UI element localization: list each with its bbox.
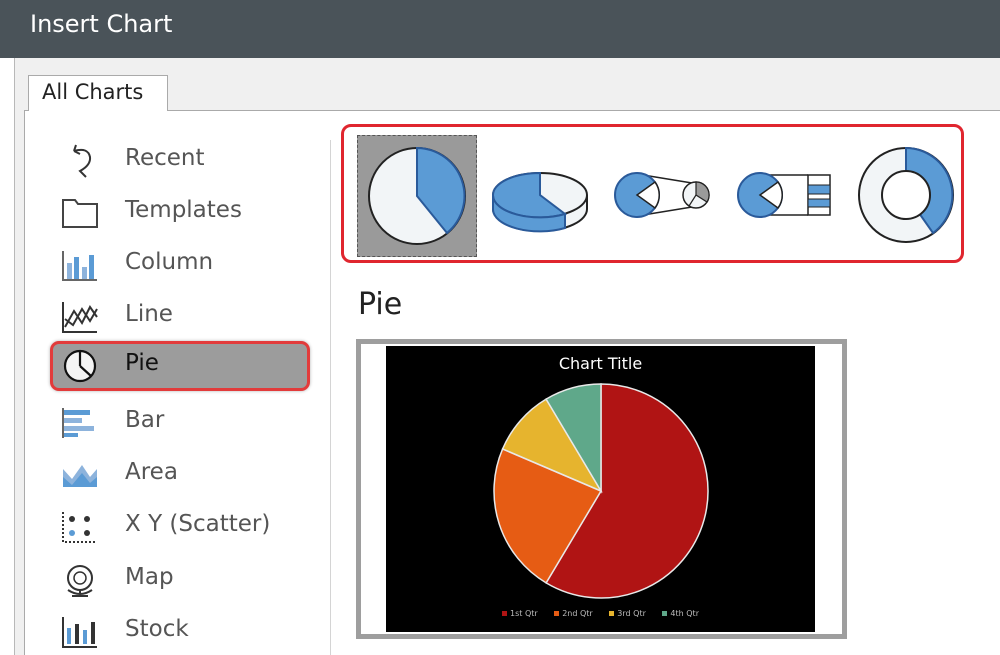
bar-chart-icon: [62, 408, 94, 438]
subtype-bar-of-pie[interactable]: [730, 135, 840, 257]
category-divider: [330, 140, 331, 655]
category-area[interactable]: Area: [50, 450, 310, 500]
category-stock[interactable]: Stock: [50, 607, 310, 655]
category-column[interactable]: Column: [50, 240, 310, 290]
category-label: Line: [125, 301, 173, 327]
subtype-pie[interactable]: [357, 135, 477, 257]
bar-of-pie-icon: [737, 172, 831, 218]
category-label: Column: [125, 249, 214, 275]
subtype-pie-of-pie[interactable]: [607, 135, 717, 257]
pie-of-pie-icon: [614, 172, 710, 218]
category-pie[interactable]: Pie: [50, 341, 310, 391]
category-recent[interactable]: Recent: [50, 136, 310, 186]
title-bar: Insert Chart: [0, 0, 1000, 58]
category-label: Templates: [125, 197, 242, 223]
subtype-doughnut[interactable]: [853, 135, 961, 257]
area-chart-icon: [63, 465, 97, 487]
category-label: X Y (Scatter): [125, 511, 271, 537]
category-label: Map: [125, 564, 174, 590]
category-scatter[interactable]: X Y (Scatter): [50, 502, 310, 552]
category-map[interactable]: Map: [50, 555, 310, 605]
category-label: Area: [125, 459, 178, 485]
legend-item: 3rd Qtr: [609, 609, 646, 618]
recent-icon: [73, 144, 92, 178]
pie-icon: [368, 146, 466, 245]
category-label: Bar: [125, 407, 165, 433]
chart-legend: 1st Qtr 2nd Qtr 3rd Qtr 4th Qtr: [386, 609, 815, 618]
preview-heading: Pie: [358, 287, 403, 322]
pie-chart-icon: [63, 349, 97, 383]
legend-item: 1st Qtr: [502, 609, 538, 618]
pie-3d-icon: [491, 171, 588, 233]
category-bar[interactable]: Bar: [50, 398, 310, 448]
category-label: Pie: [125, 350, 159, 376]
folder-icon: [62, 199, 98, 228]
subtype-pie-3d[interactable]: [485, 135, 595, 257]
category-line[interactable]: Line: [50, 292, 310, 342]
category-label: Stock: [125, 616, 189, 642]
stock-chart-icon: [62, 617, 97, 648]
scatter-chart-icon: [62, 512, 97, 543]
pie-chart: [493, 383, 709, 599]
doughnut-icon: [858, 146, 954, 243]
legend-item: 2nd Qtr: [554, 609, 593, 618]
column-chart-icon: [62, 251, 97, 281]
line-chart-icon: [62, 302, 98, 333]
category-label: Recent: [125, 145, 205, 171]
globe-icon: [67, 565, 93, 597]
preview-chart[interactable]: Chart Title 1st Qtr 2nd Qtr 3rd Qtr 4th …: [386, 346, 815, 632]
category-templates[interactable]: Templates: [50, 188, 310, 238]
tab-all-charts[interactable]: All Charts: [28, 75, 168, 111]
dialog-title: Insert Chart: [30, 10, 173, 38]
legend-item: 4th Qtr: [662, 609, 699, 618]
